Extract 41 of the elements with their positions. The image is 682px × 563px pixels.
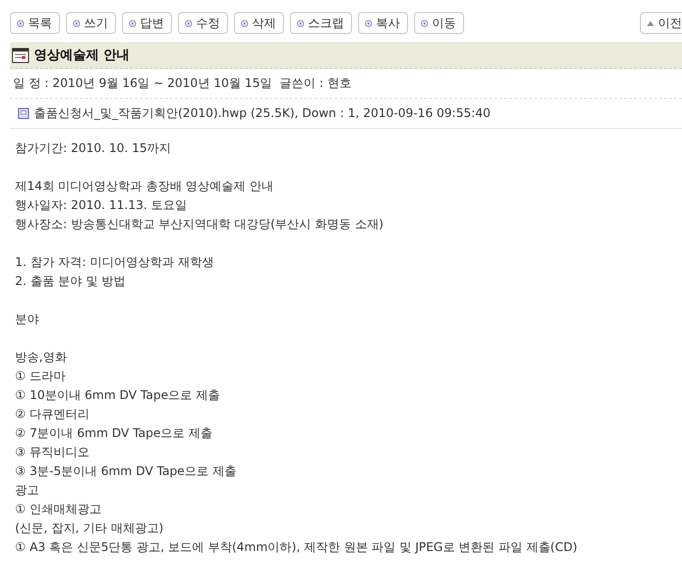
attachment-link[interactable]: 출품신청서_및_작품기획안(2010).hwp (25.5K), Down : 1, 2010-09-16 09:55:40 xyxy=(34,105,491,122)
body-text-line: 참가기간: 2010. 10. 15까지 xyxy=(15,140,172,157)
dot-icon xyxy=(73,20,80,26)
dot-icon xyxy=(185,20,192,26)
body-text-line: 광고 xyxy=(15,482,40,499)
body-text-line: ② 7분이내 6mm DV Tape으로 제출 xyxy=(15,425,214,442)
toolbar-button[interactable]: 이동 xyxy=(414,12,464,34)
dot-icon xyxy=(241,20,248,26)
dot-icon xyxy=(17,20,24,26)
body-text-line: ① 인쇄매체광고 xyxy=(15,501,103,518)
body-text-line: (신문, 잡지, 기타 매체광고) xyxy=(15,520,164,537)
body-text-line: 방송,영화 xyxy=(15,349,68,366)
up-arrow-icon xyxy=(647,20,654,26)
body-text-line: ① 10분이내 6mm DV Tape으로 제출 xyxy=(15,387,222,404)
toolbar-button[interactable]: 수정 xyxy=(178,12,228,34)
body-text-line: ③ 뮤직비디오 xyxy=(15,444,91,461)
file-icon xyxy=(18,108,29,119)
dot-icon xyxy=(297,20,304,26)
calendar-icon xyxy=(12,47,29,63)
body-text-line: 2. 출품 분야 및 방법 xyxy=(15,273,127,290)
toolbar-button[interactable]: 스크랩 xyxy=(290,12,352,34)
body-text-line: ② 다큐멘터리 xyxy=(15,406,91,423)
body-text-line: 분야 xyxy=(15,311,40,328)
dot-icon xyxy=(421,20,428,26)
body-text-line: 1. 참가 자격: 미디어영상학과 재학생 xyxy=(15,254,215,271)
toolbar-button[interactable]: 쓰기 xyxy=(66,12,116,34)
body-text-line: 행사일자: 2010. 11.13. 토요일 xyxy=(15,197,188,214)
post-meta: 일 정 : 2010년 9월 16일 ~ 2010년 10월 15일 글쓴이 : 현호 xyxy=(13,75,352,92)
body-text-line: ① A3 혹은 신문5단통 광고, 보드에 부착(4mm이하), 제작한 원본 파일 및 JPEG로 변환된 파일 제출(CD) xyxy=(15,539,578,556)
body-text-line: ① 드라마 xyxy=(15,368,67,385)
previous-post-button[interactable]: 이전 xyxy=(640,12,682,34)
post-title: 영상예술제 안내 xyxy=(34,47,130,64)
toolbar-button[interactable]: 삭제 xyxy=(234,12,284,34)
body-text-line: 제14회 미디어영상학과 총장배 영상예술제 안내 xyxy=(15,178,275,195)
toolbar-button[interactable]: 목록 xyxy=(10,12,60,34)
dot-icon xyxy=(129,20,136,26)
toolbar-button[interactable]: 복사 xyxy=(358,12,408,34)
body-text-line: 행사장소: 방송통신대학교 부산지역대학 대강당(부산시 화명동 소재) xyxy=(15,216,384,233)
dot-icon xyxy=(365,20,372,26)
body-text-line: ③ 3분-5분이내 6mm DV Tape으로 제출 xyxy=(15,463,238,480)
toolbar-button[interactable]: 답변 xyxy=(122,12,172,34)
